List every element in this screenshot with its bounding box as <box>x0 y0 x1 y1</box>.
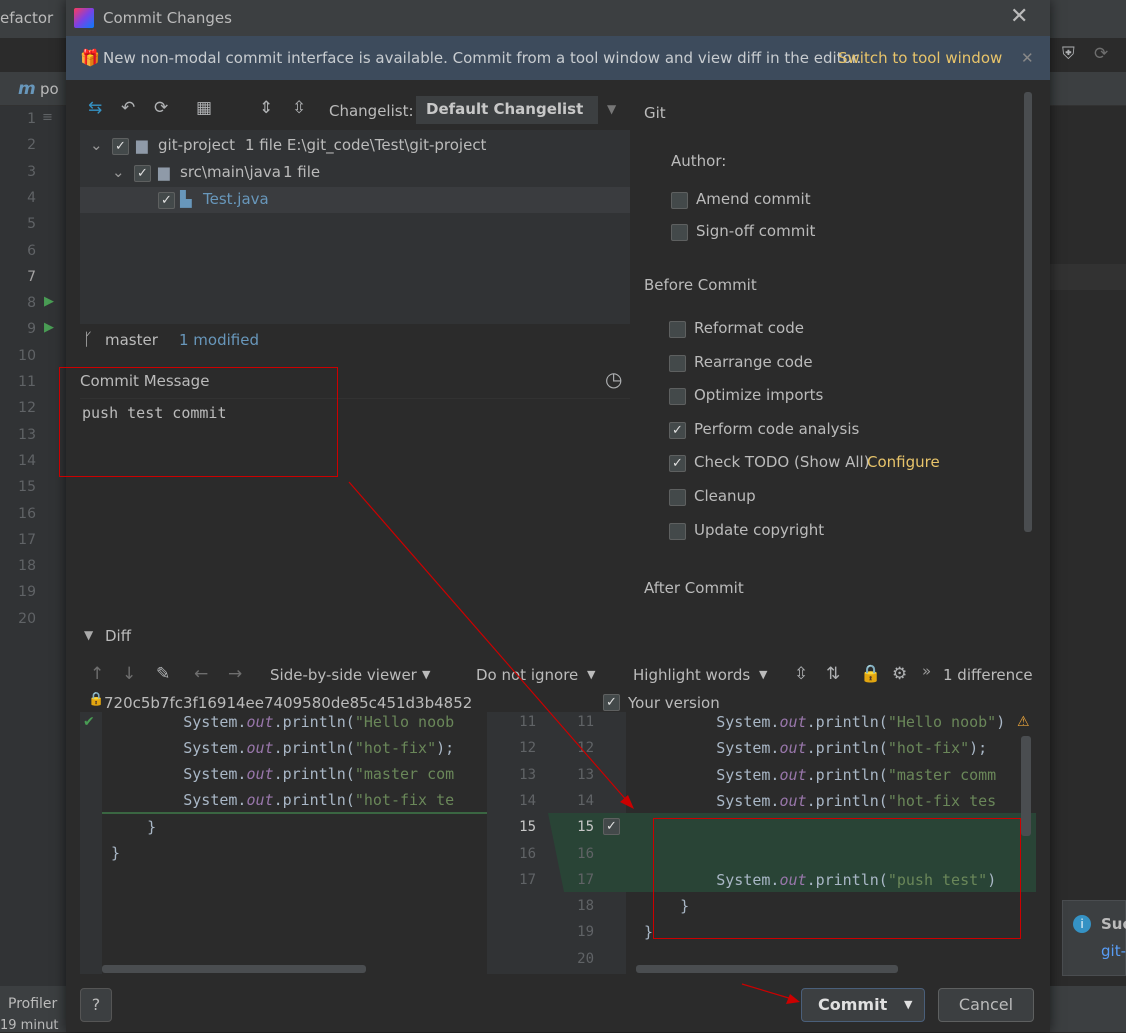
line-number: 3 <box>27 163 36 180</box>
commit-changes-dialog: Commit Changes ✕ 🎁 New non-modal commit … <box>59 0 1050 1032</box>
ide-tab-label[interactable]: po <box>40 80 59 98</box>
line-number: 1 <box>27 111 36 127</box>
line-number: 7 <box>27 268 36 285</box>
line-number: 16 <box>18 505 36 522</box>
maven-icon: m <box>18 79 36 99</box>
help-button[interactable]: ? <box>80 988 112 1022</box>
commit-button[interactable]: Commit ▼ <box>801 988 925 1022</box>
line-number: 11 <box>18 374 36 390</box>
line-number: 13 <box>18 426 36 443</box>
shield-icon[interactable]: ⛨ <box>1062 44 1075 64</box>
line-number: 20 <box>18 610 36 627</box>
line-number: 15 <box>18 479 36 496</box>
line-number: 19 <box>18 584 36 601</box>
line-number: 6 <box>27 242 36 259</box>
run-icon[interactable]: ▶ <box>44 320 54 335</box>
notification-balloon[interactable]: i Suc git- <box>1062 900 1126 976</box>
line-number: 17 <box>18 531 36 548</box>
structure-icon: ≡ <box>42 110 53 125</box>
line-number: 2 <box>27 137 36 154</box>
line-number: 10 <box>18 347 36 364</box>
run-icon[interactable]: ▶ <box>44 294 54 309</box>
status-time: 19 minut <box>0 1018 59 1033</box>
info-icon: i <box>1073 915 1091 933</box>
cancel-button[interactable]: Cancel <box>938 988 1034 1022</box>
line-number: 5 <box>27 216 36 233</box>
line-number: 18 <box>18 558 36 575</box>
ide-menu-refactor[interactable]: efactor <box>0 9 53 27</box>
notification-title: Suc <box>1101 915 1126 933</box>
line-number: 4 <box>27 189 36 206</box>
line-number: 9 <box>27 321 36 338</box>
chevron-down-icon[interactable]: ▼ <box>904 989 912 1021</box>
annotation-arrows <box>348 481 800 1004</box>
profiler-tab[interactable]: Profiler <box>8 996 57 1012</box>
notification-link[interactable]: git- <box>1101 942 1126 960</box>
profile-icon[interactable]: ⟳ <box>1094 44 1108 64</box>
commit-button-label: Commit <box>818 995 888 1014</box>
line-number: 12 <box>18 400 36 417</box>
line-number: 8 <box>27 295 36 312</box>
line-number: 14 <box>18 452 36 469</box>
